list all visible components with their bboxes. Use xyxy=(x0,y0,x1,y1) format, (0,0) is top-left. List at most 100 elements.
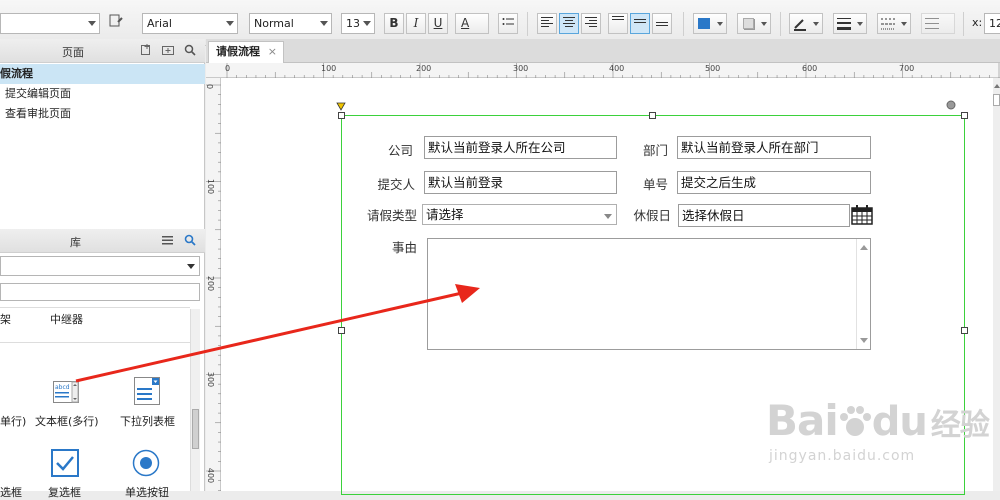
resize-handle[interactable] xyxy=(338,112,345,119)
library-select[interactable] xyxy=(0,256,200,276)
editor-tabs: 请假流程 × xyxy=(206,39,1000,63)
library-panel-header: 库 xyxy=(0,229,205,253)
ruler-v-label: 200 xyxy=(206,275,216,292)
pages-panel-header: 页面 xyxy=(0,39,205,63)
align-center-button[interactable] xyxy=(559,13,579,34)
widget-label-repeater[interactable]: 中继器 xyxy=(50,311,83,327)
reason-textarea[interactable] xyxy=(427,238,871,350)
ruler-v-label: 300 xyxy=(206,371,216,388)
font-family-select[interactable]: Arial xyxy=(142,13,238,34)
ruler-h-label: 600 xyxy=(802,64,818,73)
pages-panel: 页面 假流程 提交编辑页面 查看审批页面 xyxy=(0,39,205,229)
ruler-h-label: 500 xyxy=(705,64,721,73)
leave-day-field[interactable]: 选择休假日 xyxy=(678,204,850,227)
coord-x-input[interactable]: 12 xyxy=(984,13,1000,34)
ruler-v-label: 400 xyxy=(206,467,216,484)
company-label: 公司 xyxy=(387,143,413,158)
ruler-h-label: 0 xyxy=(225,64,231,73)
watermark-logo: Bai du 经验 xyxy=(766,396,990,445)
department-label: 部门 xyxy=(642,143,668,158)
style-select[interactable] xyxy=(0,13,100,34)
font-size-select[interactable]: 13 xyxy=(341,13,375,34)
watermark-url: jingyan.baidu.com xyxy=(769,448,916,464)
library-panel: 库 架 中继器 abcd 单行) 文本框(多行) 下拉列表框 选框 复选框 单选… xyxy=(0,229,205,499)
ruler-h-label: 400 xyxy=(609,64,625,73)
line-color-button[interactable] xyxy=(789,13,823,34)
calendar-icon[interactable] xyxy=(851,205,873,225)
valign-middle-button[interactable] xyxy=(630,13,650,34)
ruler-h-label: 300 xyxy=(513,64,529,73)
radio-button-icon[interactable] xyxy=(132,449,160,480)
tree-item-submit-edit-page[interactable]: 提交编辑页面 xyxy=(0,84,205,104)
ruler-v-label: 100 xyxy=(206,178,216,195)
widget-label-multiline-textbox[interactable]: 文本框(多行) xyxy=(35,413,99,429)
shadow-button[interactable] xyxy=(737,13,771,34)
underline-button[interactable]: U xyxy=(428,13,448,34)
leave-type-label: 请假类型 xyxy=(366,208,417,223)
resize-handle[interactable] xyxy=(961,112,968,119)
resize-handle[interactable] xyxy=(338,327,345,334)
widget-label-radio[interactable]: 单选按钮 xyxy=(125,484,169,500)
align-left-button[interactable] xyxy=(537,13,557,34)
align-right-button[interactable] xyxy=(581,13,601,34)
chevron-down-icon xyxy=(604,214,612,219)
tree-item-leave-process[interactable]: 假流程 xyxy=(0,64,205,84)
line-width-button[interactable] xyxy=(833,13,867,34)
menu-icon[interactable] xyxy=(162,234,174,246)
bullet-list-button[interactable] xyxy=(498,13,518,34)
search-icon[interactable] xyxy=(184,44,196,56)
anchor-marker-icon[interactable] xyxy=(336,102,346,112)
widget-label-checkbox[interactable]: 复选框 xyxy=(48,484,81,500)
checkbox-icon[interactable] xyxy=(51,449,79,480)
pages-panel-title: 页面 xyxy=(62,46,84,59)
italic-button[interactable]: I xyxy=(406,13,426,34)
paw-icon xyxy=(839,406,871,436)
widget-label-dropdown-list[interactable]: 下拉列表框 xyxy=(120,413,175,429)
library-search-input[interactable] xyxy=(0,283,200,301)
design-canvas[interactable]: 公司 默认当前登录人所在公司 部门 默认当前登录人所在部门 提交人 默认当前登录… xyxy=(221,78,993,495)
tree-item-view-approval-page[interactable]: 查看审批页面 xyxy=(0,104,205,124)
number-label: 单号 xyxy=(642,177,668,192)
coord-x-label: x: xyxy=(972,16,983,29)
leave-day-label: 休假日 xyxy=(633,208,671,223)
valign-top-button[interactable] xyxy=(608,13,628,34)
resize-handle[interactable] xyxy=(961,327,968,334)
library-search-icon[interactable] xyxy=(184,234,196,246)
format-painter-icon[interactable] xyxy=(106,13,126,34)
widget-label-listbox[interactable]: 选框 xyxy=(0,484,22,500)
tab-leave-process[interactable]: 请假流程 × xyxy=(208,41,284,63)
widget-label-frame[interactable]: 架 xyxy=(0,311,11,327)
canvas-scrollbar[interactable] xyxy=(993,78,1000,491)
resize-handle[interactable] xyxy=(649,112,656,119)
number-field[interactable]: 提交之后生成 xyxy=(677,171,871,194)
bold-button[interactable]: B xyxy=(384,13,404,34)
submitter-label: 提交人 xyxy=(377,177,415,192)
ruler-h-label: 100 xyxy=(321,64,337,73)
department-field[interactable]: 默认当前登录人所在部门 xyxy=(677,136,871,159)
company-field[interactable]: 默认当前登录人所在公司 xyxy=(424,136,617,159)
arrow-style-button[interactable] xyxy=(921,13,955,34)
add-folder-icon[interactable] xyxy=(162,44,174,56)
line-style-button[interactable] xyxy=(877,13,911,34)
add-page-icon[interactable] xyxy=(140,44,152,56)
vertical-ruler: 0 100 200 300 400 xyxy=(205,78,221,491)
fill-color-button[interactable] xyxy=(693,13,727,34)
valign-bottom-button[interactable] xyxy=(652,13,672,34)
tab-close-icon[interactable]: × xyxy=(268,42,277,62)
submitter-field[interactable]: 默认当前登录 xyxy=(424,171,617,194)
multiline-textbox-icon[interactable]: abcd xyxy=(53,381,79,406)
ruler-v-label: 0 xyxy=(205,83,215,90)
ruler-h-label: 700 xyxy=(899,64,915,73)
rotate-handle-icon[interactable] xyxy=(946,100,956,110)
text-color-button[interactable]: A xyxy=(455,13,489,34)
leave-type-select[interactable]: 请选择 xyxy=(422,204,617,225)
widget-label-single-line[interactable]: 单行) xyxy=(0,413,26,429)
textarea-scrollbar[interactable] xyxy=(856,239,870,349)
font-style-select[interactable]: Normal xyxy=(249,13,332,34)
svg-text:abcd: abcd xyxy=(55,384,70,391)
dropdown-list-icon[interactable] xyxy=(134,377,160,408)
library-scrollbar[interactable] xyxy=(190,309,200,491)
reason-label: 事由 xyxy=(391,240,417,255)
ruler-h-label: 200 xyxy=(416,64,432,73)
horizontal-ruler: 0 100 200 300 400 500 600 700 xyxy=(206,63,1000,78)
